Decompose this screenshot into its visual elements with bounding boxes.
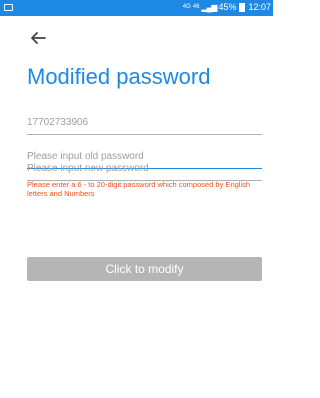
phone-field[interactable] [27,112,262,135]
modify-button[interactable]: Click to modify [27,257,262,281]
new-password-input[interactable] [27,163,262,174]
battery-percent: 45% [218,2,237,12]
battery-icon [239,2,246,12]
page-title: Modified password [27,64,211,89]
new-password-field[interactable] [27,158,262,181]
clock: 12:07 [248,2,271,12]
status-bar: 4G 46 ▂▄▆ 45% 12:07 [0,0,273,16]
network-type: 4G [182,4,191,10]
status-indicators: 4G 46 ▂▄▆ 45% 12:07 [183,2,271,12]
arrow-left-icon[interactable] [28,28,48,48]
password-error-message: Please enter a 6 - to 20-digit password … [27,180,251,198]
phone-input[interactable] [27,117,262,128]
signal-icon: ▂▄▆ [201,2,217,12]
signal-label: 46 [192,4,200,10]
notification-icon [4,4,13,11]
